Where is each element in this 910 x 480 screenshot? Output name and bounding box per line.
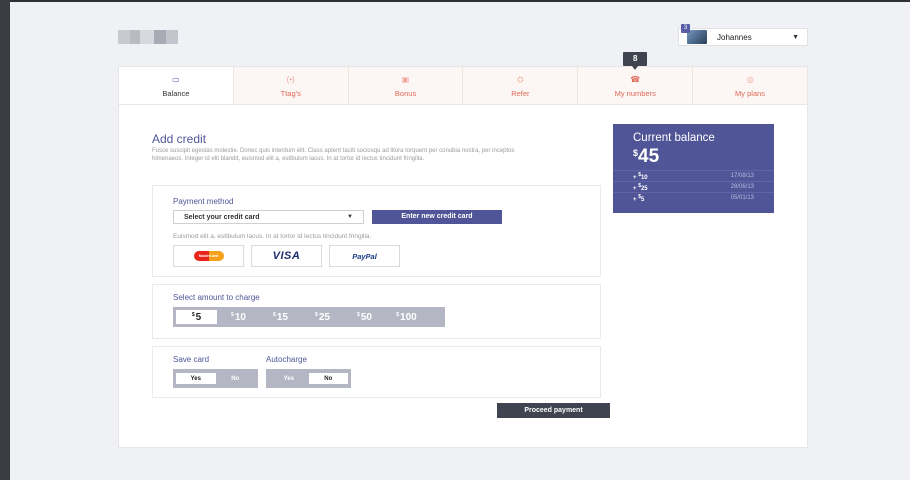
user-name: Johannes <box>717 32 752 42</box>
tab-label: Ttag's <box>280 89 301 98</box>
credit-card-select[interactable]: Select your credit card ▼ <box>173 210 364 224</box>
amount-selector: $5 $10 $15 $25 $50 $100 <box>173 307 445 327</box>
tab-label: My numbers <box>614 89 656 98</box>
page-title: Add credit <box>152 132 207 146</box>
tab-my-plans[interactable]: ◎ My plans <box>692 67 807 104</box>
toggle-yes[interactable]: Yes <box>269 373 309 384</box>
payment-method-section: Payment method Select your credit card ▼… <box>152 185 601 277</box>
amount-option-50[interactable]: $50 <box>344 310 385 324</box>
section-title: Payment method <box>173 197 234 206</box>
list-item: + $10 17/08/13 <box>613 170 774 181</box>
tab-label: My plans <box>735 89 766 98</box>
gift-icon: ▣ <box>401 75 410 84</box>
toggle-no[interactable]: No <box>308 373 348 384</box>
current-balance-card: Current balance $45 + $10 17/08/13 + $25… <box>613 124 774 213</box>
tab-balance[interactable]: ▭ Balance <box>119 67 233 104</box>
tag-icon: (•) <box>286 75 295 84</box>
chevron-down-icon[interactable]: ▼ <box>792 34 799 41</box>
new-credit-card-button[interactable]: Enter new credit card <box>372 210 502 224</box>
autocharge-toggle[interactable]: Yes No <box>266 369 351 388</box>
mastercard-logo-text: MasterCard <box>198 254 219 258</box>
settings-section: Save card Yes No Autocharge Yes No <box>152 346 601 398</box>
visa-logo: VISA <box>272 250 301 262</box>
amount-section: Select amount to charge $5 $10 $15 $25 $… <box>152 284 601 339</box>
amount-option-25[interactable]: $25 <box>302 310 343 324</box>
mastercard-logo: MasterCard <box>193 251 224 261</box>
tab-my-numbers[interactable]: 8 ☎ My numbers <box>577 52 693 104</box>
wallet-icon: ▭ <box>172 75 180 84</box>
mastercard-option[interactable]: MasterCard <box>173 245 244 267</box>
visa-option[interactable]: VISA <box>251 245 322 267</box>
list-item: + $5 05/01/13 <box>613 192 774 203</box>
list-item: + $25 28/06/13 <box>613 181 774 192</box>
autocharge-label: Autocharge <box>266 355 307 364</box>
proceed-payment-button[interactable]: Proceed payment <box>497 403 610 418</box>
brand-logo[interactable] <box>118 30 190 44</box>
tab-refer[interactable]: ⛭ Refer <box>462 67 578 104</box>
section-title: Select amount to charge <box>173 293 260 302</box>
page-description: Fusce suscipit egestas molestie. Donec q… <box>152 148 515 162</box>
amount-option-10[interactable]: $10 <box>218 310 259 324</box>
balance-amount: $45 <box>633 146 660 167</box>
tab-label: Balance <box>162 89 190 98</box>
amount-option-5[interactable]: $5 <box>176 310 217 324</box>
amount-option-15[interactable]: $15 <box>260 310 301 324</box>
balance-title: Current balance <box>633 132 715 144</box>
plan-icon: ◎ <box>746 75 754 84</box>
user-menu[interactable]: 3 Johannes ▼ <box>678 24 808 46</box>
tab-label: Bonus <box>394 89 417 98</box>
refer-icon: ⛭ <box>517 75 524 84</box>
balance-history: + $10 17/08/13 + $25 28/06/13 + $5 05/01… <box>613 170 774 203</box>
main-panel: ▭ Balance (•) Ttag's ▣ Bonus ⛭ Refer 8 ☎… <box>118 52 808 448</box>
tab-bonus[interactable]: ▣ Bonus <box>347 67 463 104</box>
paypal-option[interactable]: PayPal <box>329 245 400 267</box>
payment-note: Euismod elit a, estibulum lacus. In at t… <box>173 233 372 240</box>
tab-tooltip: 8 <box>623 52 648 70</box>
chevron-down-icon: ▼ <box>347 214 353 220</box>
phone-icon: ☎ <box>630 75 641 84</box>
notification-badge[interactable]: 3 <box>681 24 690 33</box>
toggle-yes[interactable]: Yes <box>176 373 216 384</box>
tab-label: Refer <box>511 89 530 98</box>
paypal-logo: PayPal <box>352 251 377 261</box>
save-card-label: Save card <box>173 355 210 364</box>
select-value: Select your credit card <box>184 213 260 221</box>
save-card-toggle[interactable]: Yes No <box>173 369 258 388</box>
page: 3 Johannes ▼ ▭ Balance (•) Ttag's ▣ Bonu… <box>10 0 910 480</box>
avatar[interactable]: 3 <box>681 24 707 44</box>
amount-option-100[interactable]: $100 <box>386 310 427 324</box>
tab-bar: ▭ Balance (•) Ttag's ▣ Bonus ⛭ Refer 8 ☎… <box>119 52 807 105</box>
toggle-no[interactable]: No <box>216 373 256 384</box>
tab-ttags[interactable]: (•) Ttag's <box>232 67 348 104</box>
